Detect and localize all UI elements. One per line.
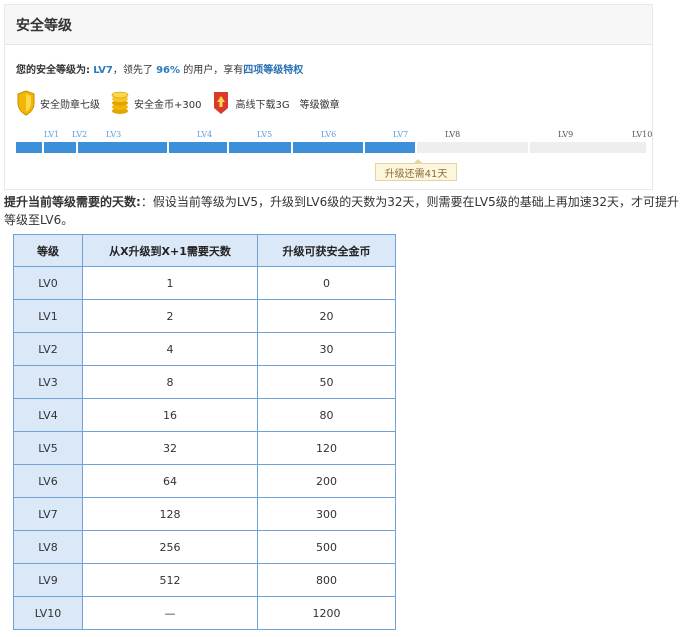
progress-segment [169, 142, 227, 153]
level-suffix: 的用户，享有 [183, 65, 244, 76]
panel-title: 安全等级 [16, 17, 72, 34]
table-row: LV2 4 30 [13, 332, 396, 366]
table-row: LV9 512 800 [13, 563, 396, 597]
level-cell: LV10 [13, 596, 83, 630]
level-cell: LV8 [13, 530, 83, 564]
current-level: LV7 [93, 65, 113, 76]
coins-cell: 80 [257, 398, 396, 432]
coins-cell: 20 [257, 299, 396, 333]
table-row: LV8 256 500 [13, 530, 396, 564]
gold-shield-icon [17, 90, 35, 116]
table-row: LV5 32 120 [13, 431, 396, 465]
table-row: LV6 64 200 [13, 464, 396, 498]
level-cell: LV1 [13, 299, 83, 333]
days-cell: 512 [82, 563, 258, 597]
upgrade-days-description: 提升当前等级需要的天数:：假设当前等级为LV5，升级到LV6级的天数为32天，则… [4, 193, 684, 229]
level-table: 等级 从X升级到X+1需要天数 升级可获安全金币 LV0 1 0 LV1 2 20 LV2 4… [13, 234, 396, 630]
coins-cell: 200 [257, 464, 396, 498]
days-cell: 256 [82, 530, 258, 564]
level-cell: LV2 [13, 332, 83, 366]
column-header: 升级可获安全金币 [257, 234, 396, 267]
table-row: LV3 8 50 [13, 365, 396, 399]
coins-cell: 300 [257, 497, 396, 531]
level-tick-label: LV7 [393, 130, 409, 139]
coins-cell: 500 [257, 530, 396, 564]
perk-coins: 安全金币+300 [110, 90, 201, 116]
level-cell: LV3 [13, 365, 83, 399]
privileges-link[interactable]: 四项等级特权 [243, 65, 303, 76]
perk-label: 安全金币+300 [134, 99, 202, 111]
level-cell: LV6 [13, 464, 83, 498]
level-tick-label: LV3 [106, 130, 122, 139]
level-tick-label: LV6 [321, 130, 337, 139]
level-cell: LV0 [13, 266, 83, 300]
panel-header: 安全等级 [5, 5, 652, 45]
progress-segment [530, 142, 646, 153]
days-cell: 4 [82, 332, 258, 366]
progress-segment [417, 142, 528, 153]
days-cell: 32 [82, 431, 258, 465]
level-middle: ，领先了 [112, 65, 153, 76]
progress-segment [78, 142, 167, 153]
perk-download: 高线下载3G [211, 90, 290, 116]
days-cell: — [82, 596, 258, 630]
level-cell: LV7 [13, 497, 83, 531]
days-cell: 8 [82, 365, 258, 399]
progress-segment [293, 142, 363, 153]
security-level-panel: 安全等级 您的安全等级为: LV7，领先了 96% 的用户，享有四项等级特权 安… [4, 4, 653, 190]
days-cell: 1 [82, 266, 258, 300]
download-badge-icon [214, 92, 229, 114]
table-row: LV10—1200 [13, 596, 396, 630]
gold-coins-icon [111, 91, 129, 114]
level-tick-label: LV9 [558, 130, 574, 139]
level-tick-label: LV8 [445, 130, 461, 139]
security-level-summary: 您的安全等级为: LV7，领先了 96% 的用户，享有四项等级特权 [16, 61, 303, 76]
level-tick-label: LV1 [44, 130, 60, 139]
coins-cell: 0 [257, 266, 396, 300]
level-cell: LV5 [13, 431, 83, 465]
description-heading: 提升当前等级需要的天数: [4, 195, 141, 209]
level-prefix: 您的安全等级为: [16, 65, 90, 76]
coins-cell: 120 [257, 431, 396, 465]
perk-label: 安全勋章七级 [40, 99, 100, 111]
lead-percent: 96% [156, 65, 181, 76]
perk-label: 高线下载3G [235, 99, 290, 111]
progress-segment [44, 142, 76, 153]
level-cell: LV4 [13, 398, 83, 432]
days-cell: 64 [82, 464, 258, 498]
table-row: LV1 2 20 [13, 299, 396, 333]
days-cell: 128 [82, 497, 258, 531]
level-tick-label: LV10 [632, 130, 653, 139]
table-row: LV0 1 0 [13, 266, 396, 300]
level-cell: LV9 [13, 563, 83, 597]
level-tick-label: LV5 [257, 130, 273, 139]
table-row: LV7 128 300 [13, 497, 396, 531]
days-cell: 2 [82, 299, 258, 333]
perk-label: 等级徽章 [299, 99, 340, 111]
upgrade-remaining-tooltip: 升级还需41天 [375, 159, 457, 181]
progress-segment [16, 142, 42, 153]
coins-cell: 1200 [257, 596, 396, 630]
days-cell: 16 [82, 398, 258, 432]
perk-medal: 安全勋章七级 [16, 90, 100, 116]
column-header: 从X升级到X+1需要天数 [82, 234, 258, 267]
table-header-row: 等级 从X升级到X+1需要天数 升级可获安全金币 [13, 234, 396, 267]
privilege-list: 安全勋章七级 安全金币+300 高线下载3G 等级徽章 [16, 89, 350, 117]
progress-segment [365, 142, 415, 153]
level-progress-bar [16, 142, 648, 153]
table-row: LV4 16 80 [13, 398, 396, 432]
perk-badge: 等级徽章 [300, 96, 340, 111]
coins-cell: 50 [257, 365, 396, 399]
coins-cell: 800 [257, 563, 396, 597]
level-tick-label: LV4 [197, 130, 213, 139]
column-header: 等级 [13, 234, 83, 267]
coins-cell: 30 [257, 332, 396, 366]
level-tick-label: LV2 [72, 130, 88, 139]
progress-segment [229, 142, 291, 153]
